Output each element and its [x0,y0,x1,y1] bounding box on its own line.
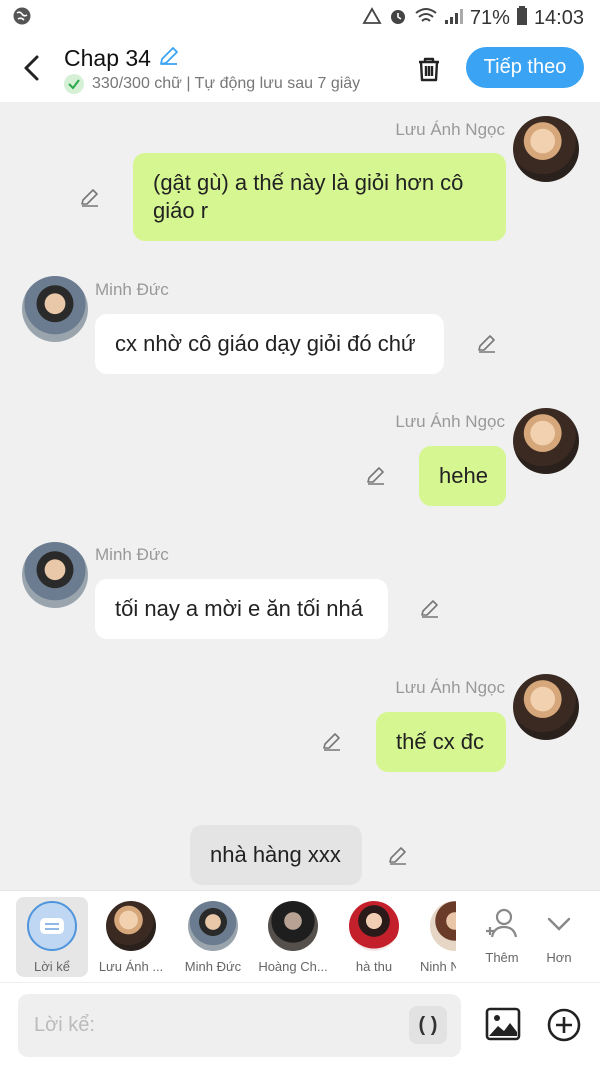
character-item[interactable]: Hoàng Ch... [257,897,329,977]
battery-icon [516,5,528,31]
avatar [188,901,238,951]
page-title: Chap 34 [64,45,151,71]
edit-icon[interactable] [418,596,442,620]
character-item[interactable]: hà thu [338,897,410,977]
narration-bubble[interactable]: nhà hàng xxx [190,825,362,885]
sender-name: Minh Đức [95,545,169,564]
narration-icon [27,901,77,951]
add-person-icon [486,908,518,938]
message-bubble[interactable]: hehe [419,446,506,506]
battery-percent: 71% [469,6,510,29]
more-label: Hơn [546,950,572,965]
message-input[interactable] [18,994,398,1057]
character-selector: Lời kể Lưu Ánh ... Minh Đức Hoàng Ch... … [0,890,600,982]
header: Chap 34 330/300 chữ | Tự động lưu sau 7 … [0,36,600,102]
avatar[interactable] [22,542,88,608]
sender-name: Lưu Ánh Ngọc [395,412,505,431]
edit-icon[interactable] [320,729,344,753]
globe-icon [12,6,32,31]
title-row: Chap 34 [64,44,181,73]
status-bar: 71% 14:03 [0,0,600,36]
signal-icon [444,7,464,30]
avatar [430,901,456,951]
edit-icon[interactable] [364,463,388,487]
trash-icon [419,57,439,82]
edit-icon[interactable] [475,331,499,355]
character-item[interactable]: Ninh N [412,897,456,977]
avatar[interactable] [513,408,579,474]
character-name: Ninh N [420,959,456,974]
save-status: 330/300 chữ | Tự động lưu sau 7 giây [64,74,360,94]
plus-circle-icon[interactable] [546,1007,582,1043]
character-item[interactable]: Minh Đức [177,897,249,977]
alarm-icon [388,6,408,31]
avatar[interactable] [513,116,579,182]
character-narration[interactable]: Lời kể [16,897,88,977]
message-bubble[interactable]: cx nhờ cô giáo dạy giỏi đó chứ [95,314,444,374]
clock: 14:03 [533,6,584,29]
parenthesis-button[interactable]: ( ) [409,1006,447,1044]
character-name: Hoàng Ch... [258,959,328,974]
check-icon [64,74,84,94]
sender-name: Minh Đức [95,280,169,299]
back-button[interactable] [14,50,50,86]
wifi-icon [414,7,438,30]
recycle-icon [362,6,382,30]
avatar[interactable] [513,674,579,740]
character-name: Lưu Ánh ... [98,959,164,974]
edit-title-icon[interactable] [157,44,181,73]
sender-name: Lưu Ánh Ngọc [395,120,505,139]
delete-button[interactable] [410,50,448,88]
word-count-status: 330/300 chữ | Tự động lưu sau 7 giây [92,75,361,92]
avatar [349,901,399,951]
avatar [106,901,156,951]
character-item[interactable]: Lưu Ánh ... [95,897,167,977]
message-bubble[interactable]: tối nay a mời e ăn tối nhá [95,579,388,639]
edit-icon[interactable] [386,843,410,867]
character-name: Lời kể [34,959,70,974]
chat-area[interactable]: Lưu Ánh Ngọc (gật gù) a thế này là giỏi … [0,102,600,890]
avatar [268,901,318,951]
more-button[interactable]: Hơn [523,897,595,977]
composer-box: ( ) [18,994,461,1057]
composer: ( ) [0,982,600,1067]
back-arrow-icon [24,55,39,81]
edit-icon[interactable] [78,185,102,209]
character-name: hà thu [355,959,393,974]
next-button[interactable]: Tiếp theo [466,47,584,88]
character-name: Minh Đức [184,959,242,974]
message-bubble[interactable]: (gật gù) a thế này là giỏi hơn cô giáo r [133,153,506,241]
sender-name: Lưu Ánh Ngọc [395,678,505,697]
chevron-down-icon [547,917,571,931]
image-icon[interactable] [484,1005,522,1043]
message-bubble[interactable]: thế cx đc [376,712,506,772]
status-indicators: 71% 14:03 [362,5,584,31]
avatar[interactable] [22,276,88,342]
